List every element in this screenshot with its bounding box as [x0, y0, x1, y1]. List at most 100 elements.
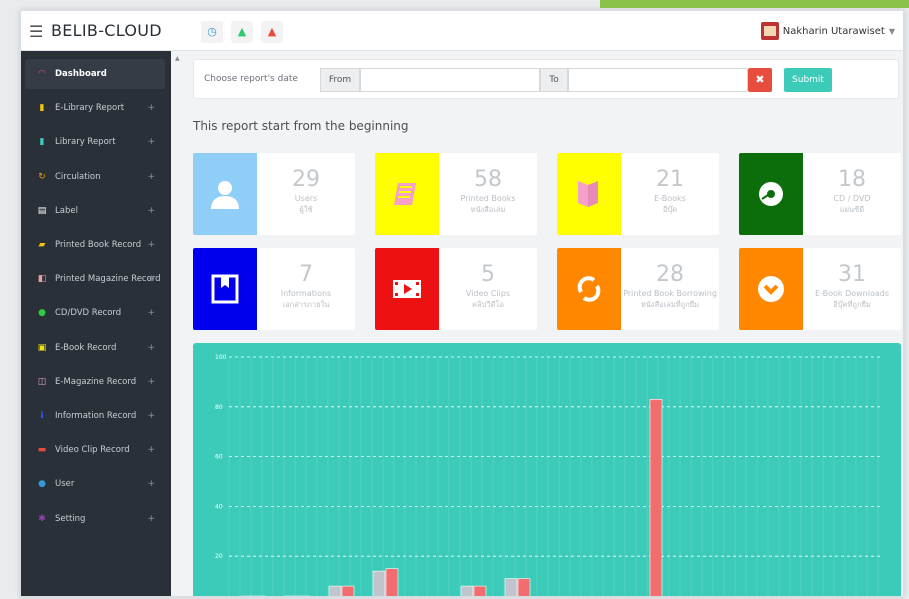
- app-window: ☰ BELIB-CLOUD ◷ ▲ ▲ Nakharin Utarawiset …: [20, 10, 904, 597]
- stat-tile[interactable]: 28 Printed Book Borrowing หนังสือเล่มที่ถู…: [557, 248, 719, 330]
- sidebar-item-label: Circulation: [55, 171, 101, 182]
- stat-label: Users: [294, 194, 318, 203]
- sidebar-item-e-magazine-record[interactable]: ◫ E-Magazine Record +: [25, 367, 165, 397]
- stat-value: 5: [481, 262, 495, 287]
- expand-icon[interactable]: +: [147, 240, 155, 250]
- gear-icon: ✱: [38, 513, 46, 524]
- sidebar-item-label[interactable]: ▤ Label +: [25, 196, 165, 226]
- stat-body: 58 Printed Books หนังสือเล่ม: [439, 153, 537, 235]
- sidebar-item-cd-dvd-record[interactable]: ● CD/DVD Record +: [25, 298, 165, 328]
- expand-icon[interactable]: +: [147, 103, 155, 113]
- stat-label-thai: คลิปวีดีโอ: [472, 300, 504, 309]
- to-date-input[interactable]: [568, 68, 748, 92]
- sidebar-item-e-library-report[interactable]: ▮ E-Library Report +: [25, 93, 165, 123]
- video-icon: ▬: [37, 445, 47, 456]
- ebook-icon: ▣: [37, 342, 47, 353]
- expand-icon[interactable]: +: [147, 274, 155, 284]
- y-tick-label: 100: [215, 354, 227, 361]
- stat-body: 7 Informations เอกสารภายใน: [257, 248, 355, 330]
- sidebar-item-video-clip-record[interactable]: ▬ Video Clip Record +: [25, 435, 165, 465]
- bar-series-0-0[interactable]: [240, 595, 254, 597]
- stat-value: 31: [838, 262, 866, 287]
- y-tick-label: 80: [215, 404, 223, 411]
- bar-series-1-6[interactable]: [517, 578, 531, 597]
- sidebar-item-printed-book-record[interactable]: ▰ Printed Book Record +: [25, 230, 165, 260]
- stat-tile[interactable]: 58 Printed Books หนังสือเล่ม: [375, 153, 537, 235]
- clock-icon[interactable]: ◷: [201, 21, 223, 43]
- sidebar-item-information-record[interactable]: ℹ Information Record +: [25, 401, 165, 431]
- expand-icon[interactable]: +: [147, 514, 155, 524]
- clear-date-button[interactable]: ✖: [748, 68, 772, 92]
- expand-icon[interactable]: +: [147, 445, 155, 455]
- bell-red-icon[interactable]: ▲: [261, 21, 283, 43]
- bar-series-1-3[interactable]: [385, 568, 399, 597]
- user-name: Nakharin Utarawiset: [782, 25, 885, 37]
- sidebar: ◠ Dashboard ▮ E-Library Report + ▮ Library Rep…: [21, 51, 171, 596]
- info-icon: ℹ: [40, 411, 44, 421]
- y-tick-label: 60: [215, 454, 223, 461]
- sidebar-item-label: User: [55, 479, 75, 490]
- chevron-down-icon: ▼: [888, 26, 895, 36]
- sidebar-item-circulation[interactable]: ↻ Circulation +: [25, 162, 165, 192]
- expand-icon[interactable]: +: [147, 377, 155, 387]
- sidebar-item-label: Setting: [55, 513, 86, 524]
- expand-icon[interactable]: +: [147, 172, 155, 182]
- sidebar-item-label: Printed Magazine Record: [55, 274, 161, 285]
- sidebar-item-label: E-Magazine Record: [55, 376, 137, 387]
- menu-icon[interactable]: ☰: [29, 22, 43, 41]
- stat-body: 21 E-Books อีบุ๊ค: [621, 153, 719, 235]
- sidebar-item-e-book-record[interactable]: ▣ E-Book Record +: [25, 333, 165, 363]
- bookmark-icon: [193, 248, 257, 330]
- bar-series-0-3[interactable]: [372, 570, 386, 597]
- sidebar-item-user[interactable]: ● User +: [25, 469, 165, 499]
- expand-icon[interactable]: +: [147, 206, 155, 216]
- print-icon: ▤: [37, 205, 47, 216]
- stat-label: E-Book Downloads: [814, 289, 890, 298]
- stat-body: 18 CD / DVD แผ่นซีดี: [803, 153, 901, 235]
- scroll-up-icon[interactable]: ▲: [175, 55, 180, 62]
- bar-series-0-6[interactable]: [504, 578, 518, 597]
- bar-series-1-2[interactable]: [341, 585, 355, 597]
- expand-icon[interactable]: +: [147, 137, 155, 147]
- download-icon: [739, 248, 803, 330]
- expand-icon[interactable]: +: [147, 479, 155, 489]
- sidebar-item-label: CD/DVD Record: [55, 308, 122, 319]
- stat-tile[interactable]: 18 CD / DVD แผ่นซีดี: [739, 153, 901, 235]
- user-icon: [193, 153, 257, 235]
- bar-series-1-5[interactable]: [473, 585, 487, 597]
- stat-body: 31 E-Book Downloads อีบุ๊คที่ถูกยืม: [803, 248, 901, 330]
- stat-body: 28 Printed Book Borrowing หนังสือเล่มที่ถู…: [621, 248, 719, 330]
- expand-icon[interactable]: +: [147, 343, 155, 353]
- expand-icon[interactable]: +: [147, 411, 155, 421]
- stat-body: 29 Users ผู้ใช้: [257, 153, 355, 235]
- stat-label: Video Clips: [465, 289, 511, 298]
- bar-series-0-1[interactable]: [284, 595, 298, 597]
- sidebar-item-printed-magazine-record[interactable]: ◧ Printed Magazine Record +: [25, 264, 165, 294]
- stat-tile[interactable]: 5 Video Clips คลิปวีดีโอ: [375, 248, 537, 330]
- sidebar-item-label: Library Report: [55, 137, 116, 148]
- stat-tile[interactable]: 21 E-Books อีบุ๊ค: [557, 153, 719, 235]
- stat-tile[interactable]: 7 Informations เอกสารภายใน: [193, 248, 355, 330]
- from-date-input[interactable]: [360, 68, 540, 92]
- bar-series-1-0[interactable]: [253, 595, 267, 597]
- stat-label: Printed Books: [460, 194, 516, 203]
- stat-value: 58: [474, 167, 502, 192]
- stat-tile[interactable]: 31 E-Book Downloads อีบุ๊คที่ถูกยืม: [739, 248, 901, 330]
- bar-series-1-1[interactable]: [297, 595, 311, 597]
- sidebar-item-library-report[interactable]: ▮ Library Report +: [25, 127, 165, 157]
- stat-label: CD / DVD: [833, 194, 871, 203]
- stat-label-thai: อีบุ๊ค: [662, 205, 678, 214]
- bar-series-1-9[interactable]: [649, 399, 663, 597]
- bar-series-0-2[interactable]: [328, 585, 342, 597]
- bell-green-icon[interactable]: ▲: [231, 21, 253, 43]
- sidebar-item-dashboard[interactable]: ◠ Dashboard: [25, 59, 165, 89]
- user-menu[interactable]: Nakharin Utarawiset ▼: [760, 19, 895, 43]
- usage-chart: 100 80 60 40 20: [193, 343, 901, 597]
- bar-series-0-5[interactable]: [460, 585, 474, 597]
- book-icon: [375, 153, 439, 235]
- stat-tile[interactable]: 29 Users ผู้ใช้: [193, 153, 355, 235]
- submit-button[interactable]: Submit: [784, 68, 832, 92]
- bar-chart-icon: ▮: [39, 103, 45, 114]
- expand-icon[interactable]: +: [147, 308, 155, 318]
- sidebar-item-setting[interactable]: ✱ Setting +: [25, 504, 165, 534]
